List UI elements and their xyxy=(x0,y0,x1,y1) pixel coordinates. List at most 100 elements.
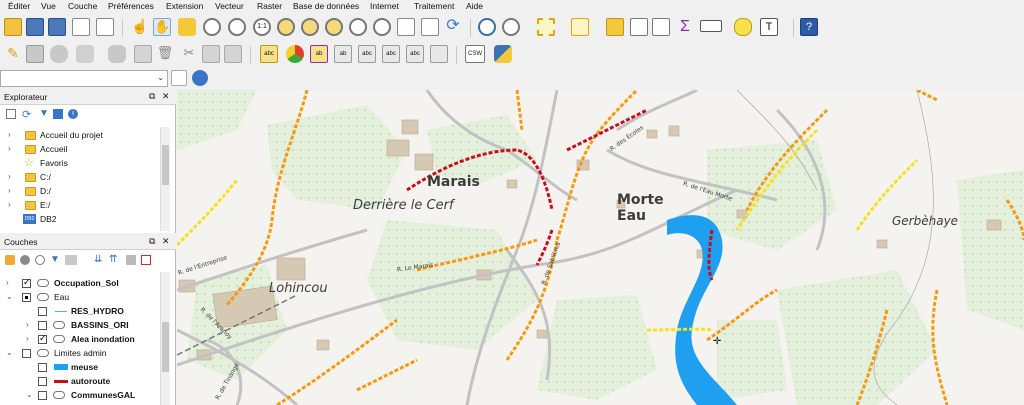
map-canvas[interactable]: Marais Derrière le Cerf Morte Eau Gerbèh… xyxy=(177,90,1024,405)
expand-all-icon[interactable]: ⇊ xyxy=(94,254,102,265)
remove-layer-icon[interactable] xyxy=(126,255,136,265)
measure-icon[interactable] xyxy=(700,20,722,32)
new-map-view-icon[interactable] xyxy=(397,18,415,36)
list-item[interactable]: › D:/ xyxy=(0,185,160,198)
layer-row[interactable]: meuse xyxy=(0,361,160,374)
zoom-out-icon[interactable] xyxy=(228,18,246,36)
chevron-right-icon[interactable]: › xyxy=(8,130,14,139)
toggle-editing-icon[interactable]: ✎ xyxy=(4,45,22,63)
menu-base-de-donnees[interactable]: Base de données xyxy=(293,1,359,11)
new-3d-map-icon[interactable] xyxy=(421,18,439,36)
zoom-to-layer-icon[interactable] xyxy=(325,18,343,36)
delete-selected-icon[interactable]: 🗑 xyxy=(156,45,174,63)
refresh-icon[interactable]: ⟳ xyxy=(444,18,462,36)
list-item[interactable]: › C:/ xyxy=(0,171,160,184)
paste-features-icon[interactable] xyxy=(224,45,242,63)
open-project-icon[interactable] xyxy=(4,18,22,36)
float-panel-icon[interactable]: ⧉ xyxy=(149,91,155,102)
pan-icon[interactable]: ✋ xyxy=(153,18,171,36)
chevron-right-icon[interactable]: › xyxy=(8,172,14,181)
scrollbar-thumb[interactable] xyxy=(162,145,169,185)
menu-preferences[interactable]: Préférences xyxy=(108,1,154,11)
layer-row[interactable]: ⌄ Limites admin xyxy=(0,347,160,360)
scrollbar-thumb[interactable] xyxy=(162,322,169,372)
layer-row[interactable]: ⌄ Eau xyxy=(0,291,160,304)
vertex-tool-icon[interactable] xyxy=(134,45,152,63)
close-panel-icon[interactable]: ✕ xyxy=(162,236,170,247)
refresh-icon[interactable]: ⟳ xyxy=(22,108,31,121)
layer-checkbox[interactable] xyxy=(38,307,47,316)
chevron-down-icon[interactable]: ⌄ xyxy=(26,390,33,399)
move-feature-icon[interactable] xyxy=(108,45,126,63)
layer-row[interactable]: ⌄ CommunesGAL xyxy=(0,389,160,402)
select-features-icon[interactable] xyxy=(537,18,555,36)
chevron-right-icon[interactable]: › xyxy=(8,200,14,209)
copy-features-icon[interactable] xyxy=(202,45,220,63)
style-manager-icon[interactable] xyxy=(5,255,15,265)
filter-icon[interactable]: ▼ xyxy=(39,108,49,119)
locator-search-icon[interactable] xyxy=(171,70,187,86)
zoom-to-selection-icon[interactable] xyxy=(301,18,319,36)
menu-traitement[interactable]: Traitement xyxy=(414,1,454,11)
layer-checkbox[interactable] xyxy=(38,377,47,386)
text-annotation-icon[interactable]: T xyxy=(760,18,778,36)
chevron-right-icon[interactable]: › xyxy=(26,334,32,343)
add-feature-icon[interactable] xyxy=(50,45,68,63)
pan-to-selection-icon[interactable]: ☝ xyxy=(131,18,149,36)
list-item[interactable]: › Accueil du projet xyxy=(0,129,160,142)
menu-vue[interactable]: Vue xyxy=(41,1,56,11)
chevron-right-icon[interactable]: › xyxy=(26,320,32,329)
attribute-table-icon[interactable] xyxy=(652,18,670,36)
chevron-right-icon[interactable]: › xyxy=(8,186,14,195)
menu-editer[interactable]: Éditer xyxy=(8,1,30,11)
cut-features-icon[interactable]: ✂ xyxy=(180,45,198,63)
save-as-icon[interactable] xyxy=(48,18,66,36)
chevron-down-icon[interactable]: ⌄ xyxy=(6,292,13,301)
layer-row[interactable]: › Alea inondation xyxy=(0,333,160,346)
rotate-label-icon[interactable]: abc xyxy=(382,45,400,63)
label-tool-icon[interactable]: abc xyxy=(260,45,278,63)
menu-couche[interactable]: Couche xyxy=(68,1,97,11)
deselect-icon[interactable] xyxy=(606,18,624,36)
layer-checkbox[interactable] xyxy=(22,277,31,288)
layer-checkbox[interactable] xyxy=(22,293,31,302)
remove-group-icon[interactable] xyxy=(141,255,151,265)
info-icon[interactable]: i xyxy=(68,109,78,119)
layer-checkbox[interactable] xyxy=(38,333,47,344)
float-panel-icon[interactable]: ⧉ xyxy=(149,236,155,247)
add-group-icon[interactable] xyxy=(20,255,30,265)
change-label-icon[interactable]: abc xyxy=(406,45,424,63)
add-polygon-icon[interactable] xyxy=(76,45,94,63)
layout-manager-icon[interactable] xyxy=(96,18,114,36)
menu-vecteur[interactable]: Vecteur xyxy=(215,1,244,11)
csw-icon[interactable]: CSW xyxy=(465,45,485,63)
menu-extension[interactable]: Extension xyxy=(166,1,203,11)
layer-checkbox[interactable] xyxy=(22,349,31,358)
new-print-layout-icon[interactable] xyxy=(72,18,90,36)
filter-expression-icon[interactable] xyxy=(65,255,77,265)
zoom-full-icon[interactable] xyxy=(277,18,295,36)
help-icon[interactable]: ? xyxy=(800,18,818,36)
layer-checkbox[interactable] xyxy=(38,321,47,330)
python-console-icon[interactable] xyxy=(494,45,512,63)
collapse-all-icon[interactable] xyxy=(53,109,63,119)
layer-row[interactable]: autoroute xyxy=(0,375,160,388)
run-feature-action-icon[interactable] xyxy=(502,18,520,36)
filter-icon[interactable]: ▼ xyxy=(50,254,60,265)
list-item[interactable]: DB2 DB2 xyxy=(0,213,160,226)
chevron-right-icon[interactable]: › xyxy=(6,278,12,287)
show-hide-labels-icon[interactable]: ab xyxy=(334,45,352,63)
chevron-right-icon[interactable]: › xyxy=(8,144,14,153)
zoom-last-icon[interactable] xyxy=(349,18,367,36)
layer-row[interactable]: › BASSINS_ORI xyxy=(0,319,160,332)
move-label-icon[interactable]: abc xyxy=(358,45,376,63)
visibility-icon[interactable] xyxy=(35,255,45,265)
collapse-all-icon[interactable]: ⇈ xyxy=(109,254,117,265)
chevron-down-icon[interactable]: ⌄ xyxy=(6,348,13,357)
list-item[interactable]: › Accueil xyxy=(0,143,160,156)
gps-icon[interactable] xyxy=(192,70,208,86)
menu-aide[interactable]: Aide xyxy=(466,1,483,11)
statistics-icon[interactable]: Σ xyxy=(676,18,694,36)
layer-checkbox[interactable] xyxy=(38,391,47,400)
layer-row[interactable]: › Occupation_Sol xyxy=(0,277,160,290)
